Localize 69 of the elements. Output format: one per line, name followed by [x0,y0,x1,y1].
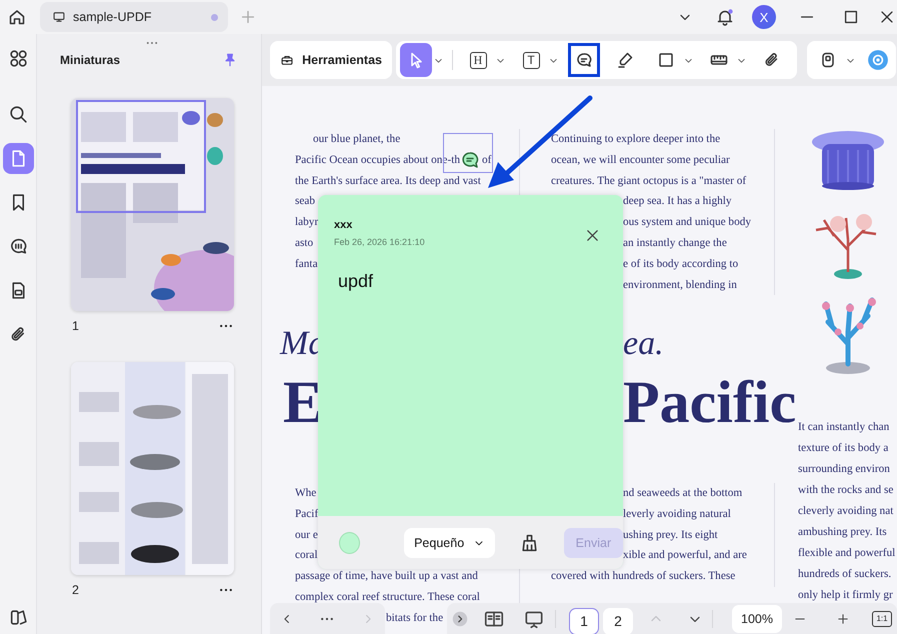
assistant-icon[interactable] [867,49,889,71]
paragraph-line: e of its body according to [623,258,738,270]
paragraph-line: asto [295,236,314,249]
zoom-in-icon[interactable] [836,612,850,626]
paragraph-line: flexible and powerful [798,547,896,559]
panel-title: Miniaturas [60,53,122,67]
expand-icon[interactable] [452,610,468,626]
account-avatar[interactable]: X [752,5,776,29]
paragraph-line: texture of its body a [798,442,888,454]
document-tab[interactable]: sample-UPDF [40,2,228,32]
comment-note-icon[interactable] [460,150,480,170]
paragraph-line: hundreds of suckers. [798,568,892,580]
paragraph-line: environment, blending in [623,278,737,291]
page-number: 1 [72,319,79,333]
text-box-tool[interactable]: T [515,43,547,77]
paragraph-line: Whe [295,487,316,499]
heading-text: Pacific [623,371,796,433]
page-number: 2 [72,583,79,597]
paragraph-line: fanta [295,258,318,270]
paragraph-line: only help it firmly gr [798,589,893,601]
paragraph-line: bitats for the [386,612,444,624]
note-author: xxx [334,219,354,231]
paragraph-line: an instantly change the [623,236,727,249]
paragraph-line: cleverly avoiding nat [798,505,894,517]
heading-tool[interactable]: H [462,43,494,77]
paragraph-line: ushing prey. Its eight [623,528,718,541]
heading-text: ea. [623,324,664,364]
paragraph-line: creatures. The giant octopus is a "master of [551,174,746,187]
note-text[interactable]: updf [338,271,374,292]
paragraph-line: leverly avoiding natural [623,508,731,520]
paragraph-line: ous system and unique body [623,216,752,228]
paragraph-line: complex coral reef structure. These coral [295,590,480,603]
actual-size-button[interactable]: 1:1 [872,610,892,626]
paragraph-line: passage of time, have built up a vast and [295,570,478,582]
paragraph-line: our blue planet, the [313,133,400,145]
paragraph-line: with the rocks and se [798,484,894,496]
paragraph-line: It can instantly chan [798,421,890,433]
paragraph-line: the Earth's surface area. Its deep and vast [295,174,481,187]
paragraph-line: covered with hundreds of suckers. These [551,570,736,582]
zoom-field[interactable]: 100% [732,604,782,632]
paragraph-line: deep sea. It has a highly [623,195,732,208]
paragraph-line: xible and powerful, and are [623,549,747,562]
page-button[interactable]: 1 [569,608,599,634]
paragraph-line: nd seaweeds at the bottom [623,487,742,499]
heading-text: E [282,371,324,433]
monitor-icon [52,10,66,24]
search-icon [8,104,28,125]
maximize-icon[interactable] [842,8,860,26]
paragraph-line: Continuing to explore deeper into the [551,133,720,145]
paragraph-line: ambushing prey. Its [798,526,887,538]
viewport-frame[interactable] [76,100,206,213]
paragraph-line: surrounding environ [798,463,890,475]
paragraph-line: labyr [295,216,318,228]
note-date: Feb 26, 2026 16:21:10 [334,237,426,247]
paragraph-line: coral [295,549,318,562]
color-swatch[interactable] [339,532,360,554]
tools-button[interactable]: Herramientas [270,41,392,79]
paragraph-line: ocean, we will encounter some peculiar [551,154,730,166]
paragraph-line: our e [295,528,318,541]
bell-icon[interactable] [715,7,735,27]
paragraph-line: seab [295,195,316,208]
size-dropdown[interactable]: Pequeño [404,528,495,558]
page-button[interactable]: 2 [603,608,633,634]
apps-icon [8,48,28,69]
close-icon[interactable] [584,227,601,244]
comment-tool[interactable] [568,43,600,77]
paragraph-line: Pacif [295,508,318,520]
paragraph-line: of [482,154,492,166]
select-tool[interactable] [400,43,432,77]
